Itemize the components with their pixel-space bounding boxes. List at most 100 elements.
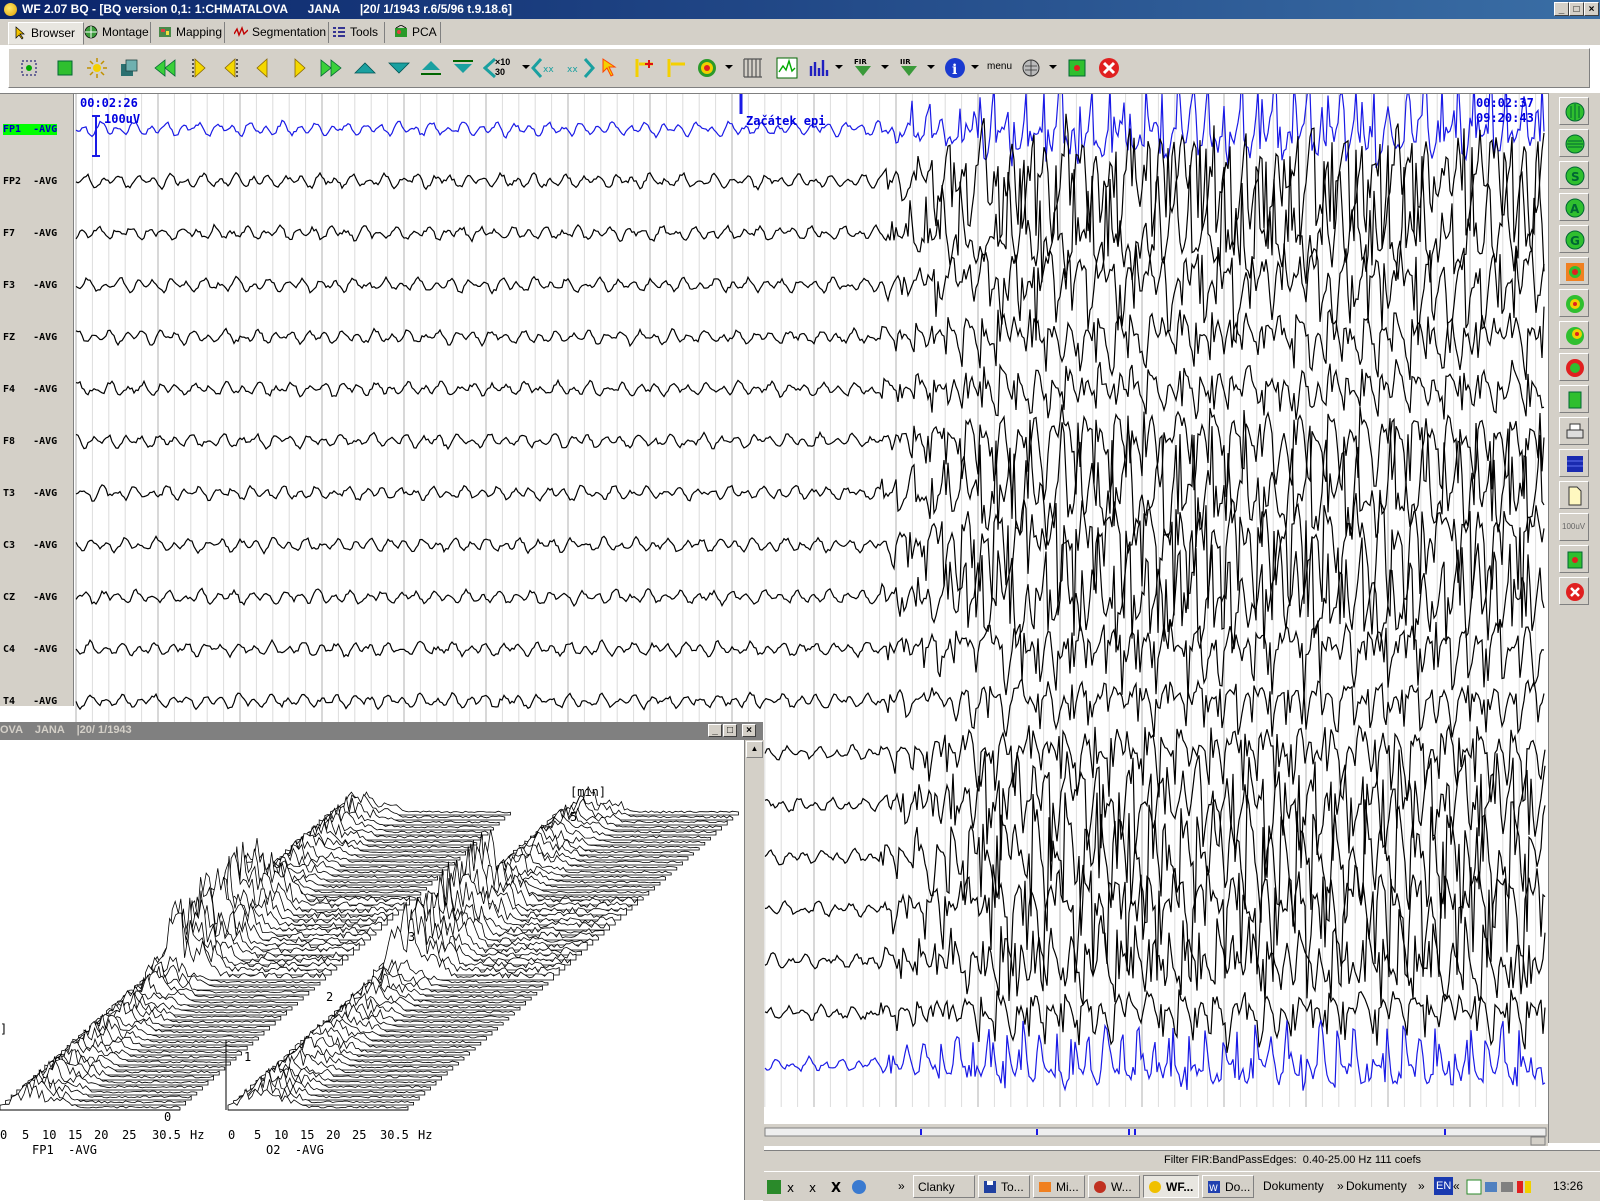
exit-icon[interactable]: [1097, 56, 1121, 80]
spectrum-title: OVA JANA |20/ 1/1943: [0, 724, 132, 736]
bar-chart-dropdown-icon[interactable]: [835, 65, 843, 69]
fir-dropdown-icon[interactable]: [881, 65, 889, 69]
menu-button[interactable]: menu: [987, 61, 1012, 72]
tab-montage[interactable]: Montage: [80, 22, 151, 43]
window-copy-icon[interactable]: [117, 56, 141, 80]
scale-100uv-button[interactable]: 100uV: [1559, 513, 1589, 541]
head-montage-icon[interactable]: [1019, 56, 1043, 80]
expand-time-icon[interactable]: xx: [565, 56, 595, 80]
taskbar-item-wf[interactable]: WF...: [1143, 1175, 1199, 1198]
taskbar-item-clanky[interactable]: Clanky: [913, 1175, 975, 1198]
spectrum-title-bar[interactable]: OVA JANA |20/ 1/1943 _ □ ×: [0, 722, 763, 740]
sidebar-button[interactable]: A: [1559, 193, 1589, 221]
taskbar-chevron-3[interactable]: »: [1418, 1175, 1425, 1198]
tab-browser[interactable]: Browser: [8, 22, 84, 45]
fast-forward-icon[interactable]: [319, 56, 343, 80]
topography-icon[interactable]: [695, 56, 719, 80]
sidebar-button[interactable]: [1559, 481, 1589, 509]
spectrum-restore-button[interactable]: □: [723, 724, 737, 737]
add-marker-icon[interactable]: [633, 56, 657, 80]
tab-label: Tools: [350, 25, 379, 39]
freq-tick: 20: [326, 1128, 341, 1142]
freq-tick: 20: [94, 1128, 109, 1142]
info-icon[interactable]: i: [943, 56, 967, 80]
topography-dropdown-icon[interactable]: [725, 65, 733, 69]
remove-marker-icon[interactable]: [665, 56, 689, 80]
sidebar-button[interactable]: [1559, 129, 1589, 157]
fir-filter-icon[interactable]: FIR: [851, 56, 875, 80]
iir-dropdown-icon[interactable]: [927, 65, 935, 69]
info-dropdown-icon[interactable]: [971, 65, 979, 69]
scroll-up-icon[interactable]: [353, 56, 377, 80]
spectrum-window[interactable]: OVA JANA |20/ 1/1943 _ □ × ▲ [min] 5 3 2…: [0, 722, 764, 1200]
sidebar-button[interactable]: [1559, 417, 1589, 445]
svg-text:IIR: IIR: [900, 58, 911, 66]
tray-expand[interactable]: «: [1453, 1175, 1460, 1198]
taskbar-chevron[interactable]: »: [898, 1175, 905, 1198]
cursor-arrow-icon[interactable]: [599, 56, 623, 80]
tab-segmentation[interactable]: Segmentation: [230, 22, 329, 43]
signal-window-icon[interactable]: [775, 56, 799, 80]
scroll-up-arrow[interactable]: ▲: [746, 741, 763, 758]
taskbar-item-5[interactable]: W Do...: [1202, 1175, 1254, 1198]
close-button[interactable]: ×: [1584, 2, 1599, 16]
sidebar-button[interactable]: [1559, 289, 1589, 317]
timebase-dropdown-icon[interactable]: [522, 65, 530, 69]
restore-button[interactable]: □: [1569, 2, 1584, 16]
amplitude-down-icon[interactable]: [451, 56, 475, 80]
spectrum-minimize-button[interactable]: _: [708, 724, 722, 737]
stop-square-icon[interactable]: [53, 56, 77, 80]
timebase-icon[interactable]: ×10 30: [483, 56, 519, 80]
scroll-down-icon[interactable]: [387, 56, 411, 80]
grid-icon[interactable]: [741, 56, 765, 80]
freq-tick: 15: [300, 1128, 315, 1142]
sidebar-button[interactable]: [1559, 353, 1589, 381]
taskbar-item-1[interactable]: To...: [978, 1175, 1030, 1198]
select-region-icon[interactable]: [17, 56, 41, 80]
pca-icon: [395, 25, 407, 37]
step-marker-back-icon[interactable]: [219, 56, 243, 80]
taskbar-item-3[interactable]: W...: [1088, 1175, 1140, 1198]
minimize-button[interactable]: _: [1554, 2, 1569, 16]
montage-dropdown-icon[interactable]: [1049, 65, 1057, 69]
sidebar-button[interactable]: [1559, 577, 1589, 605]
tray-icons[interactable]: [1465, 1178, 1545, 1196]
brightness-icon[interactable]: [85, 56, 109, 80]
time-scrollbar[interactable]: [763, 1124, 1548, 1146]
svg-text:W: W: [1209, 1184, 1218, 1194]
tab-mapping[interactable]: Mapping: [154, 22, 225, 43]
taskbar-item-2[interactable]: Mi...: [1033, 1175, 1085, 1198]
amplitude-up-icon[interactable]: [419, 56, 443, 80]
mail-icon: [1039, 1182, 1051, 1192]
spectrum-scrollbar[interactable]: ▲: [744, 740, 764, 1200]
sidebar-button[interactable]: [1559, 449, 1589, 477]
taskbar-chevron-2[interactable]: »: [1337, 1175, 1344, 1198]
step-marker-forward-icon[interactable]: [187, 56, 211, 80]
sidebar-button[interactable]: S: [1559, 161, 1589, 189]
taskbar-folder-1[interactable]: Dokumenty: [1263, 1175, 1324, 1198]
language-indicator[interactable]: EN: [1434, 1177, 1454, 1195]
sidebar-button[interactable]: G: [1559, 225, 1589, 253]
tab-tools[interactable]: Tools: [328, 22, 385, 43]
eeg-trace: [75, 359, 1545, 420]
sidebar-button[interactable]: [1559, 321, 1589, 349]
record-icon[interactable]: [1065, 56, 1089, 80]
bar-chart-icon[interactable]: [807, 56, 831, 80]
sidebar-button[interactable]: [1559, 545, 1589, 573]
taskbar-folder-2[interactable]: Dokumenty: [1346, 1175, 1407, 1198]
page-forward-icon[interactable]: [287, 56, 311, 80]
sidebar-button[interactable]: [1559, 257, 1589, 285]
page-back-icon[interactable]: [251, 56, 275, 80]
spectrum-close-button[interactable]: ×: [742, 724, 756, 737]
tab-pca[interactable]: PCA: [390, 22, 441, 43]
quicklaunch-icons[interactable]: x xX: [765, 1178, 875, 1196]
eeg-trace: [75, 240, 1545, 353]
sidebar-button[interactable]: [1559, 385, 1589, 413]
sidebar-button[interactable]: [1559, 97, 1589, 125]
floppy-icon: [984, 1181, 996, 1193]
fast-rewind-icon[interactable]: [153, 56, 177, 80]
map-orange-icon: [1566, 263, 1584, 281]
iir-filter-icon[interactable]: IIR: [897, 56, 921, 80]
event-marker-label[interactable]: Začátek epi: [746, 114, 825, 128]
compress-time-icon[interactable]: xx: [531, 56, 561, 80]
